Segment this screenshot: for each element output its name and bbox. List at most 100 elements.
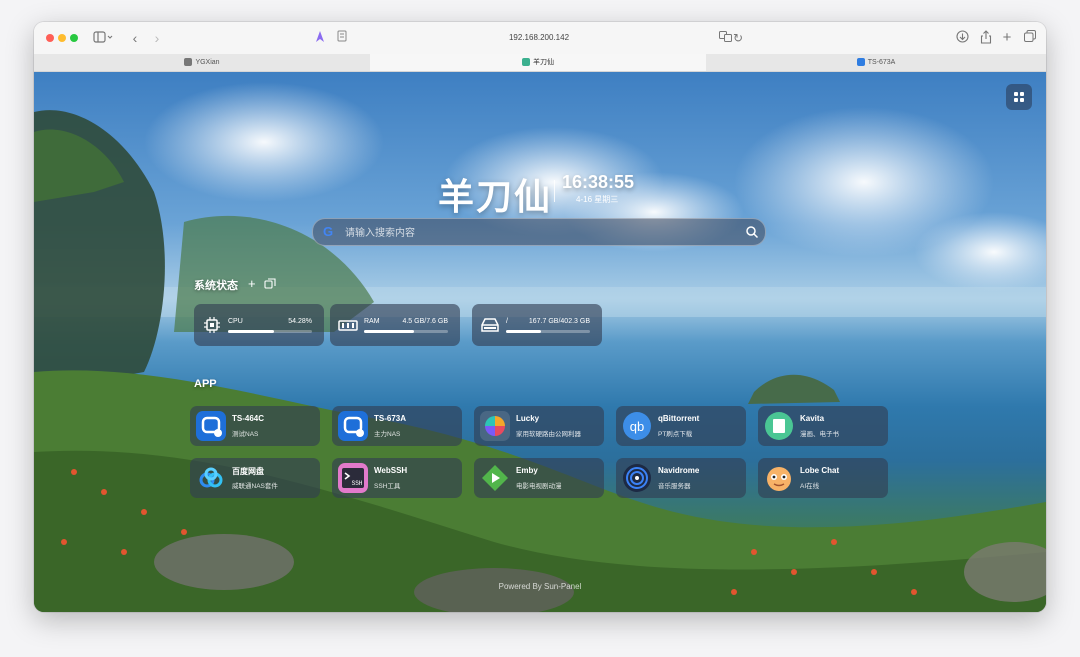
cpu-value: 54.28% xyxy=(288,318,312,325)
browser-window: ‹ › 192.168.200.142 ↻ + YGXian × xyxy=(34,22,1046,612)
clock-date: 4-16 星期三 xyxy=(576,195,619,204)
minimize-window-button[interactable] xyxy=(58,34,66,42)
app-desc: 漫画、电子书 xyxy=(800,431,839,438)
app-desc: PT刷点下载 xyxy=(658,431,693,438)
disk-value: 167.7 GB/402.3 GB xyxy=(528,318,590,325)
cpu-progress-fill xyxy=(228,330,274,333)
search-bar: G xyxy=(312,218,766,246)
app-desc: 电影电视剧动漫 xyxy=(516,483,562,490)
site-title: 羊刀仙 xyxy=(438,176,553,217)
tab-label: TS-673A xyxy=(867,59,896,66)
cpu-icon xyxy=(204,317,220,333)
ram-progress-fill xyxy=(364,330,414,333)
app-name: TS-464C xyxy=(232,414,265,423)
app-name: qBittorrent xyxy=(658,414,700,423)
tab-overview-icon[interactable] xyxy=(1022,30,1038,46)
ram-icon xyxy=(338,320,358,331)
forward-icon[interactable]: › xyxy=(150,30,164,46)
ram-value: 4.5 GB/7.6 GB xyxy=(402,318,448,325)
webssh-icon: SSH xyxy=(338,463,368,493)
app-card-baidu-netdisk[interactable]: 百度网盘 威联通NAS套件 xyxy=(190,458,320,498)
app-desc: 主力NAS xyxy=(374,431,401,438)
search-input[interactable] xyxy=(343,223,737,243)
ram-status-card: RAM 4.5 GB/7.6 GB xyxy=(330,304,460,346)
cpu-label: CPU xyxy=(228,318,243,325)
kavita-icon xyxy=(765,412,793,440)
tab-label: YGXian xyxy=(195,59,220,66)
tab-favicon-icon xyxy=(856,58,865,67)
tab-bar: YGXian × 羊刀仙 TS-673A xyxy=(34,54,1046,72)
app-card-ts464c[interactable]: TS-464C 测试NAS xyxy=(190,406,320,446)
browser-toolbar: ‹ › 192.168.200.142 ↻ + xyxy=(34,22,1046,55)
tab-favicon-icon xyxy=(184,58,193,67)
app-desc: 家用软硬路由公网利器 xyxy=(516,431,581,438)
app-desc: 威联通NAS套件 xyxy=(232,483,278,490)
disk-label: / xyxy=(506,318,508,325)
layout-grid-button[interactable] xyxy=(1006,84,1032,110)
powered-by-footer: Powered By Sun-Panel xyxy=(498,582,582,591)
reload-icon[interactable]: ↻ xyxy=(732,30,744,46)
translate-icon[interactable] xyxy=(718,30,732,46)
tab-ygxian[interactable]: YGXian xyxy=(34,54,370,71)
app-card-ts673a[interactable]: TS-673A 主力NAS xyxy=(332,406,462,446)
sidebar-toggle-icon[interactable] xyxy=(92,30,114,46)
app-card-lucky[interactable]: Lucky 家用软硬路由公网利器 xyxy=(474,406,604,446)
extension-icon[interactable] xyxy=(314,30,326,46)
title-divider xyxy=(554,180,555,202)
app-desc: SSH工具 xyxy=(374,483,401,490)
address-text: 192.168.200.142 xyxy=(508,33,570,42)
qnap-icon xyxy=(338,411,368,441)
app-card-navidrome[interactable]: Navidrome 音乐服务器 xyxy=(616,458,746,498)
tab-label: 羊刀仙 xyxy=(533,59,554,66)
search-icon[interactable] xyxy=(745,225,759,239)
back-icon[interactable]: ‹ xyxy=(128,30,142,46)
disk-status-card: / 167.7 GB/402.3 GB xyxy=(472,304,602,346)
share-icon[interactable] xyxy=(978,30,994,46)
system-status-title: 系统状态 xyxy=(194,280,238,292)
app-name: WebSSH xyxy=(374,466,408,475)
download-icon[interactable] xyxy=(954,30,970,46)
app-section-title: APP xyxy=(194,378,217,390)
page-menu-icon[interactable] xyxy=(336,30,348,46)
zoom-window-button[interactable] xyxy=(70,34,78,42)
tab-ts673a[interactable]: TS-673A xyxy=(706,54,1046,71)
app-name: Kavita xyxy=(800,414,825,423)
cpu-status-card: CPU 54.28% xyxy=(194,304,324,346)
emby-icon xyxy=(482,465,508,491)
cpu-progress xyxy=(228,330,312,333)
svg-text:qb: qb xyxy=(630,419,644,434)
app-card-lobe-chat[interactable]: Lobe Chat AI在线 xyxy=(758,458,888,498)
svg-text:SSH: SSH xyxy=(352,480,363,487)
disk-progress-fill xyxy=(506,330,542,333)
new-tab-icon[interactable]: + xyxy=(1000,30,1014,46)
app-name: 百度网盘 xyxy=(232,467,264,476)
app-name: TS-673A xyxy=(374,414,407,423)
qnap-icon xyxy=(196,411,226,441)
clock-time: 16:38:55 xyxy=(562,172,635,192)
qbittorrent-icon: qb xyxy=(623,412,651,440)
close-window-button[interactable] xyxy=(46,34,54,42)
address-bar[interactable]: 192.168.200.142 xyxy=(329,29,749,47)
app-card-webssh[interactable]: SSH WebSSH SSH工具 xyxy=(332,458,462,498)
add-icon[interactable]: + xyxy=(248,277,256,290)
ram-label: RAM xyxy=(364,318,380,325)
dashboard-content: 羊刀仙 16:38:55 4-16 星期三 G 系统状态 + CPU 54.28… xyxy=(34,72,1046,612)
lobe-chat-icon xyxy=(767,467,791,491)
app-card-emby[interactable]: Emby 电影电视剧动漫 xyxy=(474,458,604,498)
app-card-qbittorrent[interactable]: qb qBittorrent PT刷点下载 xyxy=(616,406,746,446)
google-icon[interactable]: G xyxy=(323,225,337,239)
app-name: Lobe Chat xyxy=(800,466,840,475)
disk-progress xyxy=(506,330,590,333)
disk-icon xyxy=(481,318,499,332)
app-name: Navidrome xyxy=(658,466,700,475)
baidu-netdisk-icon xyxy=(199,467,223,488)
manage-icon[interactable] xyxy=(264,278,276,292)
app-name: Emby xyxy=(516,466,538,475)
tab-yangdaoxian[interactable]: 羊刀仙 xyxy=(370,54,706,71)
app-name: Lucky xyxy=(516,414,540,423)
app-desc: 测试NAS xyxy=(232,431,259,438)
app-desc: 音乐服务器 xyxy=(658,483,691,490)
lucky-icon xyxy=(480,411,510,441)
navidrome-icon xyxy=(623,464,651,492)
app-card-kavita[interactable]: Kavita 漫画、电子书 xyxy=(758,406,888,446)
